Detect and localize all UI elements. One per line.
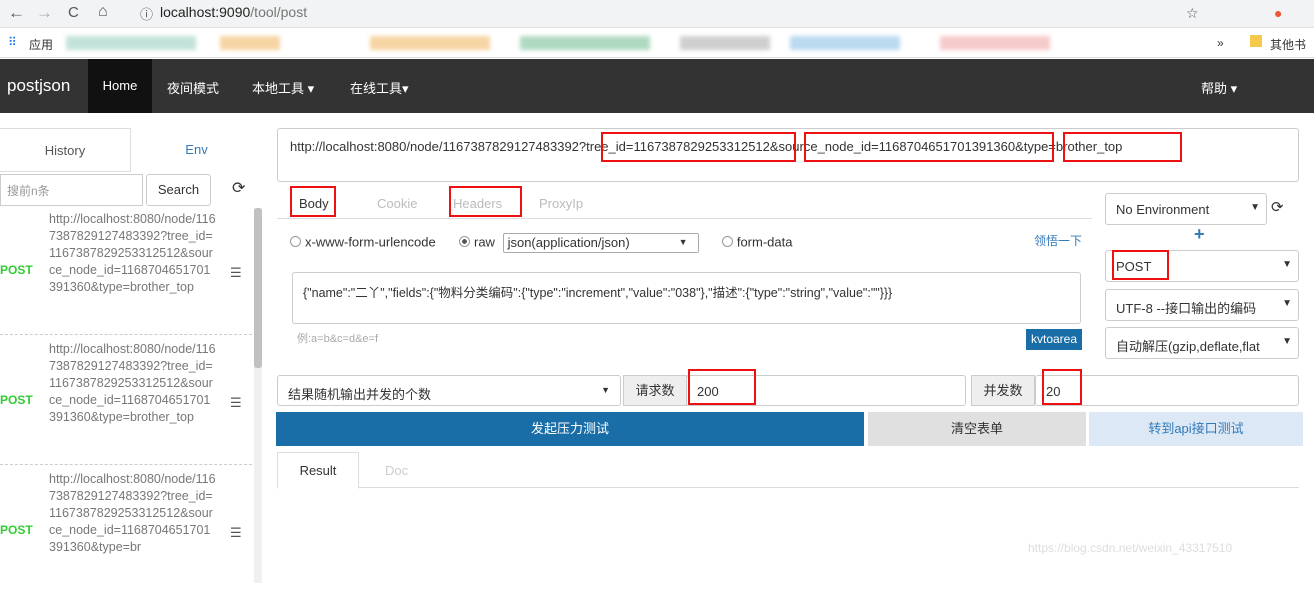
tab-doc[interactable]: Doc — [385, 463, 408, 478]
request-url-input[interactable]: http://localhost:8080/node/1167387829127… — [277, 128, 1299, 182]
blurred-bookmark — [220, 36, 280, 50]
list-icon[interactable]: ☰ — [230, 265, 242, 281]
request-count-input[interactable]: 200 — [686, 375, 966, 406]
tab-env[interactable]: Env — [131, 128, 262, 172]
hint-link[interactable]: 领悟一下 — [1034, 232, 1082, 249]
blurred-bookmark — [370, 36, 490, 50]
caret-down-icon: ▼ — [678, 237, 688, 247]
blurred-bookmark — [66, 36, 196, 50]
list-icon[interactable]: ☰ — [230, 395, 242, 411]
api-test-button[interactable]: 转到api接口测试 — [1089, 412, 1303, 446]
search-button[interactable]: Search — [146, 174, 211, 206]
nav-help[interactable]: 帮助 ▾ — [1201, 78, 1237, 97]
body-type-options: x-www-form-urlencode raw json(applicatio… — [290, 233, 792, 253]
concurrency-label: 并发数 — [971, 375, 1035, 406]
method-badge: POST — [0, 263, 33, 277]
add-env-icon[interactable]: + — [1194, 224, 1205, 245]
folder-icon — [1250, 35, 1262, 47]
history-item[interactable]: POST http://localhost:8080/node/11673878… — [0, 468, 262, 595]
encoding-select[interactable]: UTF-8 --接口输出的编码 ▼ — [1105, 289, 1299, 321]
refresh-icon[interactable]: ⟳ — [232, 178, 245, 198]
address-bar[interactable]: localhost:9090/tool/post — [160, 4, 307, 20]
bookmark-apps[interactable]: 应用 — [29, 36, 53, 53]
result-tabs: Result Doc — [277, 452, 1299, 489]
tab-cookie[interactable]: Cookie — [377, 196, 417, 211]
start-load-test-button[interactable]: 发起压力测试 — [276, 412, 864, 446]
param-tabs: Body Cookie Headers ProxyIp — [277, 187, 1092, 219]
history-item[interactable]: POST http://localhost:8080/node/11673878… — [0, 338, 262, 465]
radio-urlencode[interactable] — [290, 236, 301, 248]
back-icon[interactable]: ← — [8, 3, 25, 23]
sidebar-scrollbar[interactable] — [254, 208, 262, 583]
body-example: 例:a=b&c=d&e=f — [297, 333, 379, 345]
history-search-input[interactable]: 搜前n条 — [0, 174, 143, 206]
method-badge: POST — [0, 393, 33, 407]
scrollbar-thumb[interactable] — [254, 208, 262, 368]
decompress-select[interactable]: 自动解压(gzip,deflate,flat ▼ — [1105, 327, 1299, 359]
blurred-bookmark — [520, 36, 650, 50]
caret-down-icon: ▼ — [601, 385, 610, 395]
raw-type-select[interactable]: json(application/json) ▼ — [502, 233, 699, 253]
request-count-label: 请求数 — [623, 375, 687, 406]
clear-form-button[interactable]: 清空表单 — [868, 412, 1086, 446]
method-select[interactable]: POST ▼ — [1105, 250, 1299, 282]
option-raw[interactable]: raw — [474, 234, 495, 249]
history-url[interactable]: http://localhost:8080/node/1167387829127… — [49, 471, 217, 556]
home-icon[interactable]: ⌂ — [98, 3, 108, 21]
method-badge: POST — [0, 523, 33, 537]
info-icon[interactable]: ⓘ — [140, 4, 153, 23]
tab-body[interactable]: Body — [299, 196, 329, 211]
option-urlencode[interactable]: x-www-form-urlencode — [305, 234, 436, 249]
blurred-bookmark — [790, 36, 900, 50]
bookmark-other[interactable]: 其他书 — [1270, 36, 1306, 53]
browser-toolbar: ← → C ⌂ ⓘ localhost:9090/tool/post ☆ ● — [0, 0, 1314, 28]
history-sidebar: History Env 搜前n条 Search ⟳ POST http://lo… — [0, 128, 262, 583]
bookmarks-bar: ⠿ 应用 » 其他书 — [0, 28, 1314, 58]
radio-raw[interactable] — [459, 236, 470, 248]
extension-icon[interactable]: ● — [1274, 5, 1282, 21]
request-body-input[interactable]: {"name":"二丫","fields":{"物料分类编码":{"type":… — [292, 272, 1081, 324]
kvtoarea-button[interactable]: kvtoarea — [1026, 329, 1082, 350]
concurrency-input[interactable]: 20 — [1035, 375, 1299, 406]
result-mode-select[interactable]: 结果随机输出并发的个数 ▼ — [277, 375, 621, 406]
list-icon[interactable]: ☰ — [230, 525, 242, 541]
brand[interactable]: postjson — [7, 76, 70, 96]
star-icon[interactable]: ☆ — [1186, 5, 1199, 22]
tab-history[interactable]: History — [0, 128, 131, 172]
apps-icon[interactable]: ⠿ — [8, 35, 17, 49]
forward-icon[interactable]: → — [36, 3, 53, 23]
reload-icon[interactable]: C — [68, 4, 79, 21]
bookmarks-more[interactable]: » — [1217, 36, 1224, 50]
tab-proxyip[interactable]: ProxyIp — [539, 196, 583, 211]
refresh-env-icon[interactable]: ⟳ — [1271, 198, 1284, 216]
blurred-bookmark — [680, 36, 770, 50]
radio-form-data[interactable] — [721, 236, 733, 248]
tab-headers[interactable]: Headers — [453, 196, 502, 211]
history-url[interactable]: http://localhost:8080/node/1167387829127… — [49, 341, 217, 426]
environment-select[interactable]: No Environment ▼ — [1105, 193, 1267, 225]
watermark: https://blog.csdn.net/weixin_43317510 — [1028, 541, 1233, 555]
nav-home[interactable]: Home — [88, 59, 152, 113]
history-url[interactable]: http://localhost:8080/node/1167387829127… — [49, 211, 217, 296]
nav-online-tools[interactable]: 在线工具▾ — [350, 78, 409, 97]
option-form-data[interactable]: form-data — [737, 234, 793, 249]
nav-local-tools[interactable]: 本地工具 ▾ — [252, 78, 314, 97]
nav-night-mode[interactable]: 夜间模式 — [167, 78, 219, 97]
tab-result[interactable]: Result — [277, 452, 359, 489]
blurred-bookmark — [940, 36, 1050, 50]
app-navbar: postjson Home 夜间模式 本地工具 ▾ 在线工具▾ 帮助 ▾ — [0, 59, 1314, 113]
history-item[interactable]: POST http://localhost:8080/node/11673878… — [0, 208, 262, 335]
